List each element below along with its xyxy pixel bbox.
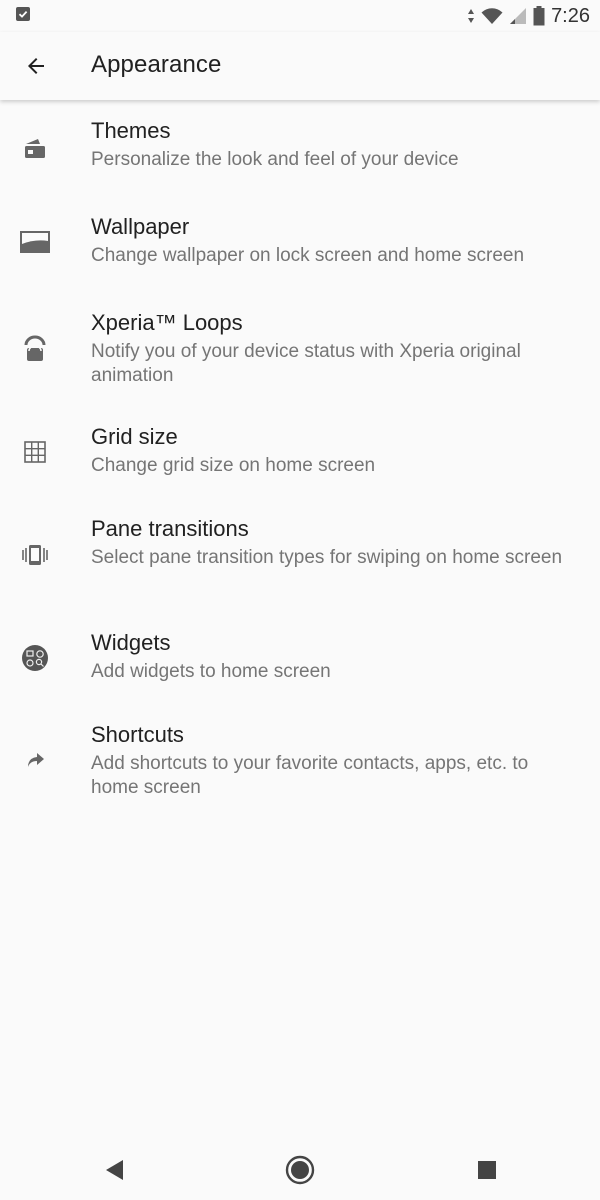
notification-check-icon: [16, 7, 30, 21]
page-title: Appearance: [91, 51, 222, 78]
setting-item-grid-size[interactable]: Grid size Change grid size on home scree…: [0, 424, 600, 502]
wallpaper-icon: [20, 227, 50, 257]
square-recents-icon: [478, 1161, 496, 1179]
widgets-icon: [20, 643, 50, 673]
setting-summary: Change wallpaper on lock screen and home…: [91, 245, 525, 266]
grid-icon: [20, 437, 50, 467]
setting-title: Widgets: [91, 630, 171, 655]
status-icons: 7:26: [467, 4, 590, 28]
themes-icon: [20, 134, 50, 164]
setting-item-widgets[interactable]: Widgets Add widgets to home screen: [0, 630, 600, 708]
setting-item-wallpaper[interactable]: Wallpaper Change wallpaper on lock scree…: [0, 214, 600, 292]
setting-title: Wallpaper: [91, 214, 190, 239]
setting-item-xperia-loops[interactable]: Xperia™ Loops Notify you of your device …: [0, 310, 600, 410]
setting-item-themes[interactable]: Themes Personalize the look and feel of …: [0, 118, 600, 196]
status-bar: 7:26: [0, 0, 600, 32]
nav-back-button[interactable]: [96, 1152, 132, 1188]
app-bar: Appearance: [0, 32, 600, 100]
nav-home-button[interactable]: [282, 1152, 318, 1188]
setting-title: Themes: [91, 118, 171, 143]
pane-transitions-icon: [20, 540, 50, 570]
data-activity-icon: [468, 9, 475, 23]
setting-title: Xperia™ Loops: [91, 310, 243, 335]
setting-title: Pane transitions: [91, 516, 249, 541]
setting-title: Grid size: [91, 424, 178, 449]
status-time: 7:26: [551, 4, 590, 27]
setting-summary: Change grid size on home screen: [91, 455, 376, 476]
setting-summary: Notify you of your device status with Xp…: [91, 341, 521, 386]
triangle-back-icon: [106, 1160, 123, 1180]
setting-summary: Add shortcuts to your favorite contacts,…: [91, 753, 529, 798]
back-button[interactable]: [12, 42, 60, 90]
nav-recents-button[interactable]: [469, 1152, 505, 1188]
setting-item-shortcuts[interactable]: Shortcuts Add shortcuts to your favorite…: [0, 722, 600, 822]
circle-home-icon: [285, 1155, 315, 1185]
wifi-icon: [481, 8, 503, 24]
navigation-bar: [0, 1138, 600, 1200]
arrow-back-icon: [28, 58, 44, 74]
setting-summary: Personalize the look and feel of your de…: [91, 149, 459, 170]
setting-title: Shortcuts: [91, 722, 184, 747]
xperia-loops-icon: [20, 334, 50, 364]
battery-icon: [533, 6, 545, 26]
setting-item-pane-transitions[interactable]: Pane transitions Select pane transition …: [0, 516, 600, 616]
shortcut-arrow-icon: [20, 745, 50, 775]
cell-signal-icon: [510, 8, 527, 24]
setting-summary: Select pane transition types for swiping…: [91, 547, 563, 568]
setting-summary: Add widgets to home screen: [91, 661, 331, 682]
